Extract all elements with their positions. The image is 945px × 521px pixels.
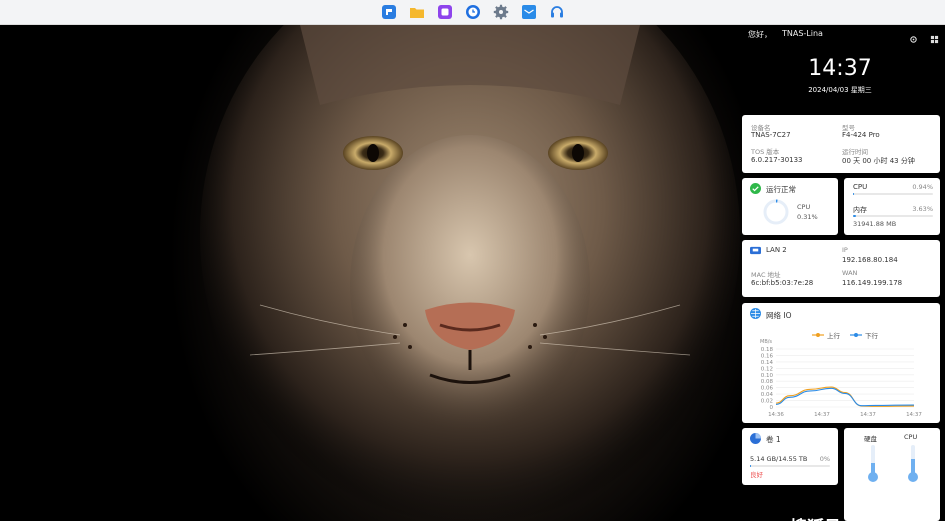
media-app-icon[interactable] (435, 2, 455, 22)
y-tick-label: 0.12 (761, 366, 773, 372)
y-tick-label: 0 (770, 405, 774, 411)
memory-detail: 31941.88 MB (853, 220, 897, 228)
volume-pie-icon (750, 433, 761, 446)
os-version-value: 6.0.217-30133 (751, 156, 803, 164)
clock-time: 14:37 (808, 56, 872, 81)
volume-usage: 5.14 GB/14.55 TB (750, 455, 808, 463)
x-tick-label: 14:37 (814, 412, 830, 418)
y-tick-label: 0.10 (761, 373, 774, 379)
chart-legend: 上行 下行 (812, 330, 878, 340)
widget-settings-icon[interactable] (909, 29, 918, 48)
x-tick-label: 14:37 (906, 412, 922, 418)
y-tick-label: 0.08 (761, 379, 774, 385)
cpu-usage-bar (853, 193, 933, 195)
os-version-label: TOS 版本 (751, 148, 780, 156)
widget-layout-icon[interactable] (930, 29, 939, 48)
support-headset-icon[interactable] (547, 2, 567, 22)
cpu-temp-label: CPU (904, 433, 918, 441)
cpu-ring-gauge (763, 199, 789, 225)
legend-upload[interactable]: 上行 (812, 330, 840, 340)
x-tick-label: 14:36 (768, 412, 784, 418)
uptime-label: 运行时间 (842, 148, 868, 156)
upload-legend-marker (812, 333, 824, 337)
wan-label: WAN (842, 269, 858, 277)
temperature-card[interactable]: 硬盘 CPU (844, 428, 940, 521)
y-tick-label: 0.06 (761, 386, 774, 392)
backup-clock-icon[interactable] (463, 2, 483, 22)
username-text[interactable]: TNAS-Lina (782, 29, 823, 40)
mac-label: MAC 地址 (751, 271, 781, 279)
network-card[interactable]: LAN 2 IP 192.168.80.184 MAC 地址 6c:bf:b5:… (742, 240, 940, 297)
volume-status: 良好 (750, 471, 763, 479)
ip-label: IP (842, 246, 848, 254)
status-cpu-label: CPU (797, 203, 811, 211)
cpu-usage-label: CPU (853, 183, 868, 191)
mail-icon[interactable] (519, 2, 539, 22)
check-circle-icon (750, 183, 761, 196)
volume-percent: 0% (819, 455, 830, 463)
top-dock (0, 0, 945, 25)
disk-temp-label: 硬盘 (864, 435, 877, 443)
y-tick-label: 0.04 (761, 392, 774, 398)
model-value: F4-424 Pro (842, 131, 880, 139)
network-io-card[interactable]: 网络 IO 上行 下行 MB/s 0 0.02 0.04 0.06 0.08 0.10 0.… (742, 303, 940, 423)
cpu-thermometer-icon (908, 445, 918, 482)
clock-date: 2024/04/03 星期三 (808, 86, 872, 94)
y-tick-label: 0.16 (761, 353, 774, 359)
y-tick-label: 0.14 (761, 360, 774, 366)
device-name-value: TNAS-7C27 (751, 131, 791, 139)
status-title: 运行正常 (766, 185, 796, 194)
file-station-icon[interactable] (379, 2, 399, 22)
wan-value: 116.149.199.178 (842, 279, 903, 287)
x-tick-label: 14:37 (860, 412, 876, 418)
user-greeting: 您好， TNAS-Lina (748, 29, 823, 40)
cpu-usage-value: 0.94% (912, 183, 933, 191)
status-card[interactable]: 运行正常 CPU 0.31% (742, 178, 838, 235)
globe-icon (750, 308, 761, 321)
disk-thermometer-icon (868, 445, 878, 482)
legend-download[interactable]: 下行 (850, 330, 878, 340)
mac-value: 6c:bf:b5:03:7e:28 (751, 279, 814, 287)
memory-usage-value: 3.63% (912, 205, 933, 213)
uptime-value: 00 天 00 小时 43 分钟 (842, 157, 915, 165)
greeting-text: 您好， (748, 30, 772, 39)
legend-download-label: 下行 (865, 332, 878, 340)
settings-gear-icon[interactable] (491, 2, 511, 22)
volume-title: 卷 1 (766, 435, 781, 444)
folder-icon[interactable] (407, 2, 427, 22)
ip-value: 192.168.80.184 (842, 256, 898, 264)
legend-upload-label: 上行 (827, 332, 840, 340)
memory-usage-label: 内存 (853, 206, 867, 214)
upload-series-line (775, 386, 915, 407)
resource-usage-card[interactable]: CPU 0.94% 内存 3.63% 31941.88 MB (844, 178, 940, 235)
network-interface-icon (750, 245, 761, 258)
status-cpu-value: 0.31% (797, 213, 818, 221)
network-io-title: 网络 IO (766, 311, 792, 320)
volume-usage-bar (750, 465, 830, 467)
memory-usage-bar (853, 215, 933, 217)
interface-name: LAN 2 (766, 246, 787, 254)
system-info-card[interactable]: 设备名 TNAS-7C27 型号 F4-424 Pro TOS 版本 6.0.2… (742, 115, 940, 173)
download-series-line (775, 387, 915, 407)
network-io-chart: 00.020.040.060.080.100.120.140.160.18 14:… (761, 347, 923, 418)
y-tick-label: 0.02 (761, 399, 773, 405)
storage-volume-card[interactable]: 卷 1 5.14 GB/14.55 TB 0% 良好 (742, 428, 838, 485)
panel-toolbar (909, 29, 939, 48)
download-legend-marker (850, 333, 862, 337)
y-tick-label: 0.18 (761, 347, 774, 353)
